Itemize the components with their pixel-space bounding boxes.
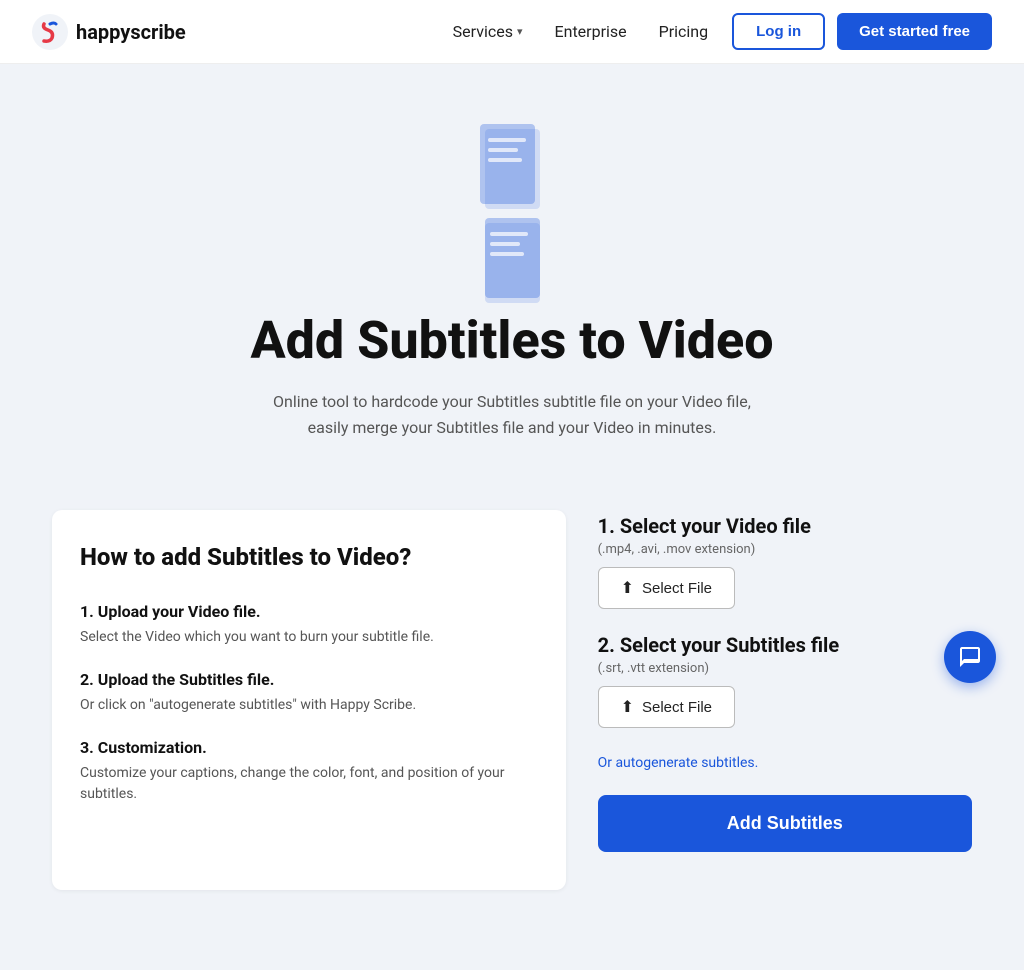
step-2-desc: Or click on "autogenerate subtitles" wit… [80,695,538,716]
logo[interactable]: happyscribe [32,14,186,50]
select-video-button[interactable]: ⬆ Select File [598,567,735,609]
nav-services[interactable]: Services ▾ [453,22,523,41]
navbar: happyscribe Services ▾ Enterprise Pricin… [0,0,1024,64]
subtitles-file-section: 2. Select your Subtitles file (.srt, .vt… [598,633,972,728]
logo-text: happyscribe [76,20,186,44]
login-button[interactable]: Log in [732,13,825,50]
chat-button[interactable] [944,631,996,683]
step-3-desc: Customize your captions, change the colo… [80,763,538,805]
hero-section: Add Subtitles to Video Online tool to ha… [0,64,1024,480]
how-to-card: How to add Subtitles to Video? 1. Upload… [52,510,566,890]
decoration-left [40,124,984,218]
select-subtitles-button[interactable]: ⬆ Select File [598,686,735,728]
how-to-heading: How to add Subtitles to Video? [80,542,538,573]
chat-icon [958,645,982,669]
main-content: How to add Subtitles to Video? 1. Upload… [12,480,1012,930]
step-2-title: 2. Upload the Subtitles file. [80,670,538,689]
step-1: 1. Upload your Video file. Select the Vi… [80,602,538,648]
autogenerate-link[interactable]: Or autogenerate subtitles. [598,755,759,771]
step-3-title: 3. Customization. [80,738,538,757]
step-1-desc: Select the Video which you want to burn … [80,627,538,648]
step-2: 2. Upload the Subtitles file. Or click o… [80,670,538,716]
video-file-section: 1. Select your Video file (.mp4, .avi, .… [598,514,972,609]
add-subtitles-button[interactable]: Add Subtitles [598,795,972,852]
step-3: 3. Customization. Customize your caption… [80,738,538,805]
decoration-right [40,218,984,312]
upload-icon: ⬆ [621,578,634,598]
subtitles-section-title: 2. Select your Subtitles file [598,633,972,657]
autogenerate-section: Or autogenerate subtitles. [598,752,972,771]
upload-icon-2: ⬆ [621,697,634,717]
nav-actions: Log in Get started free [732,13,992,50]
get-started-button[interactable]: Get started free [837,13,992,50]
select-video-label: Select File [642,580,712,597]
nav-links: Services ▾ Enterprise Pricing [453,22,708,41]
nav-pricing[interactable]: Pricing [659,22,709,41]
select-subtitles-label: Select File [642,699,712,716]
video-section-subtitle: (.mp4, .avi, .mov extension) [598,542,972,557]
step-1-title: 1. Upload your Video file. [80,602,538,621]
right-panel: 1. Select your Video file (.mp4, .avi, .… [598,510,972,852]
page-title: Add Subtitles to Video [40,312,984,369]
nav-enterprise[interactable]: Enterprise [555,22,627,41]
subtitles-section-subtitle: (.srt, .vtt extension) [598,661,972,676]
hero-subtitle: Online tool to hardcode your Subtitles s… [272,389,752,440]
chevron-down-icon: ▾ [517,25,523,38]
video-section-title: 1. Select your Video file [598,514,972,538]
